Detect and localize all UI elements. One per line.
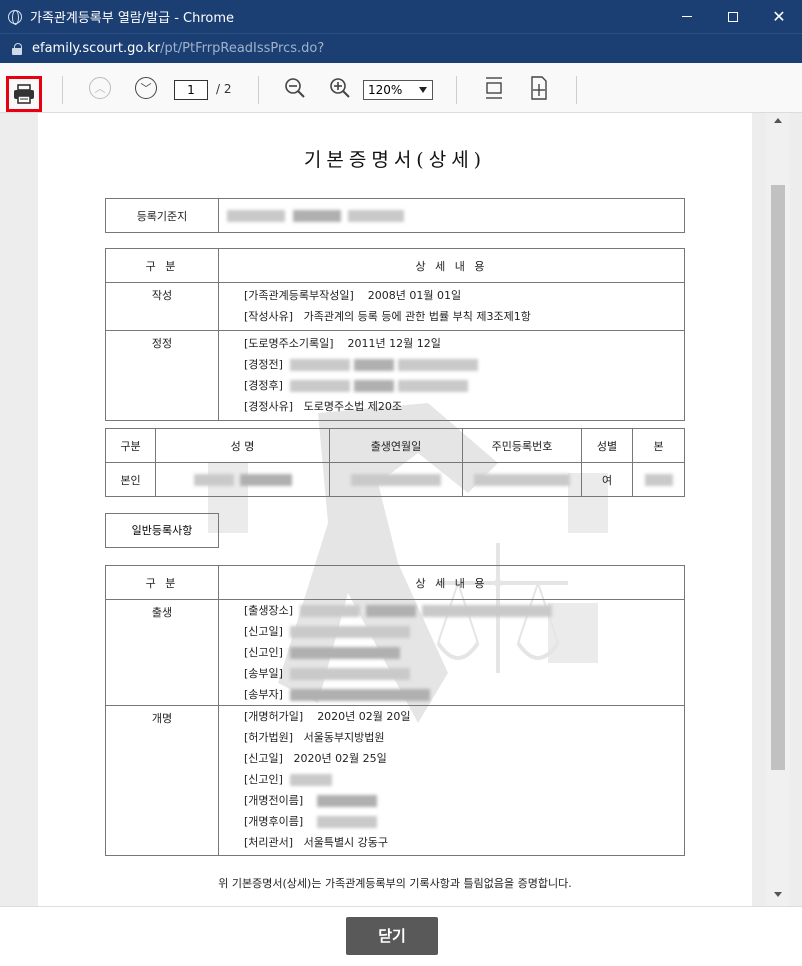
url-host: efamily.scourt.go.kr [32,41,161,56]
person-header-birth: 출생연월일 [329,428,463,463]
vertical-scrollbar[interactable] [766,113,790,906]
person-header-type: 구분 [105,428,156,463]
person-rrn [462,462,582,497]
general-registration-label: 일반등록사항 [105,513,219,548]
close-icon: ✕ [772,7,786,26]
fit-page-button[interactable] [482,63,506,113]
detail-header-content: 상 세 내 용 [218,248,685,283]
person-name [155,462,330,497]
registration-basis-value [218,198,685,233]
person-birth [329,462,463,497]
detail-line: [경정전] [219,354,684,375]
detail-line: [개명허가일] 2020년 02월 20일 [244,710,411,723]
detail-line: [경정사유] 도로명주소법 제20조 [244,400,403,413]
detail-line: [도로명주소기록일] 2011년 12월 12일 [244,337,441,350]
person-header-sex: 성별 [581,428,633,463]
table-row: 개명 [개명허가일] 2020년 02월 20일 [허가법원] 서울동부지방법원… [105,705,685,856]
fit-page-icon [486,77,502,99]
print-button[interactable] [6,76,42,112]
detail-line: [처리관서] 서울특별시 강동구 [244,836,389,849]
detail-header-category: 구 분 [105,248,219,283]
table-row: 정정 [도로명주소기록일] 2011년 12월 12일 [경정전] [경정후] … [105,330,685,421]
page-down-icon: ﹀ [135,77,157,99]
detail-header-content: 상 세 내 용 [218,565,685,600]
scroll-up-arrow[interactable] [774,118,782,123]
person-header-name: 성 명 [155,428,330,463]
pdf-page: 기본증명서(상세) 등록기준지 구 분 상 세 내 용 작성 [가족관계등록부작… [38,113,752,906]
detail-line: [송부자] [219,684,684,705]
window-title: 가족관계등록부 열람/발급 - Chrome [30,11,235,26]
table-row: 출생 [출생장소] [신고일] [신고인] [송부일] [송부자] [105,599,685,706]
toolbar-divider [62,76,63,104]
general-detail-table: 구 분 상 세 내 용 출생 [출생장소] [신고일] [신고인] [송부일] … [105,565,685,856]
bottom-bar: 닫기 [0,906,802,966]
detail-line: [신고일] 2020년 02월 25일 [244,752,387,765]
maximize-button[interactable] [710,0,756,33]
page-up-icon: ︿ [89,77,111,99]
zoom-out-button[interactable] [283,63,307,113]
certification-note: 위 기본증명서(상세)는 가족관계등록부의 기록사항과 틀림없음을 증명합니다. [218,877,572,890]
chevron-down-icon [419,87,427,93]
page-up-button[interactable]: ︿ [88,63,112,113]
detail-line: [출생장소] [219,600,684,621]
minimize-button[interactable] [664,0,710,33]
zoom-value: 120% [368,83,403,97]
fit-width-icon [531,76,547,100]
toolbar-divider [258,76,259,104]
toolbar-divider [576,76,577,104]
page-number-input[interactable]: 1 [174,80,208,100]
close-window-button[interactable]: ✕ [756,0,802,33]
detail-line: [허가법원] 서울동부지방법원 [244,731,385,744]
detail-line: [경정후] [219,375,684,396]
detail-line: [신고인] [219,642,684,663]
minimize-icon [682,16,692,17]
toolbar-divider [456,76,457,104]
table-row: 본인 여 [105,462,685,497]
row-category: 작성 [105,282,219,331]
fit-width-button[interactable] [527,63,551,113]
close-button[interactable]: 닫기 [346,917,438,955]
zoom-in-button[interactable] [328,63,352,113]
scroll-down-arrow[interactable] [774,892,782,897]
globe-icon [8,9,22,25]
detail-line: [개명전이름] [219,790,684,811]
page-total: / 2 [216,82,232,96]
person-header-rrn: 주민등록번호 [462,428,582,463]
url-text: efamily.scourt.go.kr/pt/PtFrrpReadIssPrc… [32,41,324,56]
person-sex: 여 [581,462,633,497]
maximize-icon [728,11,738,22]
zoom-out-icon [285,78,305,98]
scrollbar-thumb[interactable] [771,185,785,770]
table-row: 작성 [가족관계등록부작성일] 2008년 01월 01일 [작성사유] 가족관… [105,282,685,331]
detail-header-category: 구 분 [105,565,219,600]
person-table: 구분 성 명 출생연월일 주민등록번호 성별 본 본인 여 [105,428,685,497]
zoom-select[interactable]: 120% [363,80,433,100]
detail-line: [가족관계등록부작성일] 2008년 01월 01일 [244,289,462,302]
pdf-viewer[interactable]: 기본증명서(상세) 등록기준지 구 분 상 세 내 용 작성 [가족관계등록부작… [0,113,802,906]
person-type: 본인 [105,462,156,497]
registration-basis-label: 등록기준지 [105,198,219,233]
person-header-origin: 본 [632,428,685,463]
page-down-button[interactable]: ﹀ [134,63,158,113]
print-icon [14,84,34,104]
person-origin [632,462,685,497]
registration-basis-table: 등록기준지 [105,198,685,233]
detail-line: [신고일] [219,621,684,642]
row-category: 출생 [105,599,219,706]
detail-line: [작성사유] 가족관계의 등록 등에 관한 법률 부칙 제3조제1항 [244,310,531,323]
detail-line: [신고인] [219,769,684,790]
lock-icon [12,42,22,55]
document-title: 기본증명서(상세) [303,149,487,171]
row-category: 정정 [105,330,219,421]
detail-table: 구 분 상 세 내 용 작성 [가족관계등록부작성일] 2008년 01월 01… [105,248,685,421]
address-bar[interactable]: efamily.scourt.go.kr/pt/PtFrrpReadIssPrc… [0,33,802,63]
zoom-in-icon [330,78,350,98]
url-path: /pt/PtFrrpReadIssPrcs.do? [160,41,325,56]
detail-line: [개명후이름] [219,811,684,832]
row-category: 개명 [105,705,219,856]
detail-line: [송부일] [219,663,684,684]
